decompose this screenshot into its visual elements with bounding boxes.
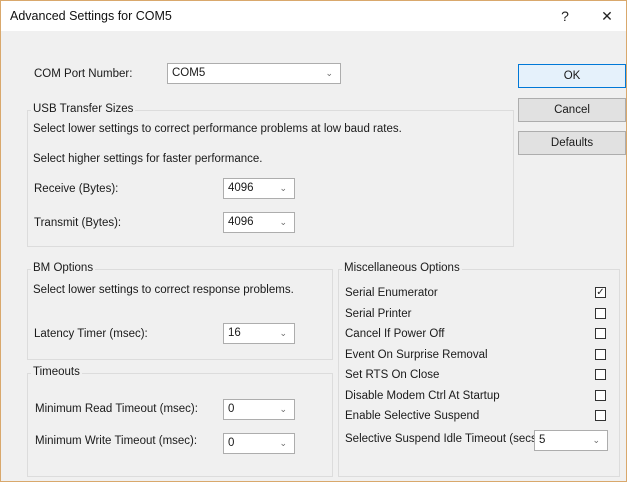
latency-timer-label: Latency Timer (msec): [34,328,148,340]
checkmark-icon: ✓ [596,287,605,298]
min-read-timeout-value: 0 [228,403,235,415]
close-button[interactable]: ✕ [587,1,627,31]
selective-suspend-idle-select[interactable]: 5 ⌄ [534,430,608,451]
transmit-bytes-select[interactable]: 4096 ⌄ [223,212,295,233]
transmit-bytes-value: 4096 [228,216,254,228]
receive-bytes-label: Receive (Bytes): [34,183,119,195]
checkbox-set-rts-on-close[interactable] [595,369,606,380]
min-write-timeout-label: Minimum Write Timeout (msec): [35,435,198,447]
option-label-cancel-if-power-off: Cancel If Power Off [345,328,445,340]
title-bar: Advanced Settings for COM5 ? ✕ [1,1,626,31]
selective-suspend-idle-value: 5 [539,434,546,446]
receive-bytes-select[interactable]: 4096 ⌄ [223,178,295,199]
chevron-down-icon: ⌄ [279,183,287,193]
usb-group-title: USB Transfer Sizes [31,103,136,115]
advanced-settings-dialog: Advanced Settings for COM5 ? ✕ COM Port … [0,0,627,482]
option-label-enable-selective-suspend: Enable Selective Suspend [345,410,480,422]
min-write-timeout-value: 0 [228,437,235,449]
checkbox-cancel-if-power-off[interactable] [595,328,606,339]
bm-description: Select lower settings to correct respons… [33,284,294,296]
chevron-down-icon: ⌄ [279,438,287,448]
chevron-down-icon: ⌄ [279,217,287,227]
min-read-timeout-select[interactable]: 0 ⌄ [223,399,295,420]
bm-options-group: BM Options [27,262,333,360]
option-label-event-on-surprise-removal: Event On Surprise Removal [345,349,488,361]
option-label-disable-modem-ctrl: Disable Modem Ctrl At Startup [345,390,500,402]
timeouts-group: Timeouts [27,366,333,477]
checkbox-enable-selective-suspend[interactable] [595,410,606,421]
chevron-down-icon: ⌄ [279,328,287,338]
com-port-value: COM5 [172,67,206,79]
ok-button[interactable]: OK [518,64,626,88]
com-port-select[interactable]: COM5 ⌄ [167,63,341,84]
chevron-down-icon: ⌄ [325,68,333,78]
checkbox-event-on-surprise-removal[interactable] [595,349,606,360]
timeouts-group-title: Timeouts [31,366,82,378]
min-write-timeout-select[interactable]: 0 ⌄ [223,433,295,454]
misc-group-title: Miscellaneous Options [342,262,462,274]
min-read-timeout-label: Minimum Read Timeout (msec): [35,403,198,415]
com-port-label: COM Port Number: [34,68,133,80]
transmit-bytes-label: Transmit (Bytes): [34,217,122,229]
latency-timer-select[interactable]: 16 ⌄ [223,323,295,344]
cancel-button[interactable]: Cancel [518,98,626,122]
usb-description-low: Select lower settings to correct perform… [33,123,402,135]
checkbox-disable-modem-ctrl[interactable] [595,390,606,401]
chevron-down-icon: ⌄ [279,404,287,414]
latency-timer-value: 16 [228,327,241,339]
usb-description-high: Select higher settings for faster perfor… [33,153,263,165]
help-button[interactable]: ? [545,1,585,31]
option-label-serial-printer: Serial Printer [345,308,412,320]
checkbox-serial-printer[interactable] [595,308,606,319]
option-label-set-rts-on-close: Set RTS On Close [345,369,440,381]
selective-suspend-idle-label: Selective Suspend Idle Timeout (secs): [345,433,544,445]
window-title: Advanced Settings for COM5 [10,9,172,23]
bm-group-title: BM Options [31,262,96,274]
receive-bytes-value: 4096 [228,182,254,194]
chevron-down-icon: ⌄ [592,435,600,445]
checkbox-serial-enumerator[interactable]: ✓ [595,287,606,298]
defaults-button[interactable]: Defaults [518,131,626,155]
option-label-serial-enumerator: Serial Enumerator [345,287,438,299]
